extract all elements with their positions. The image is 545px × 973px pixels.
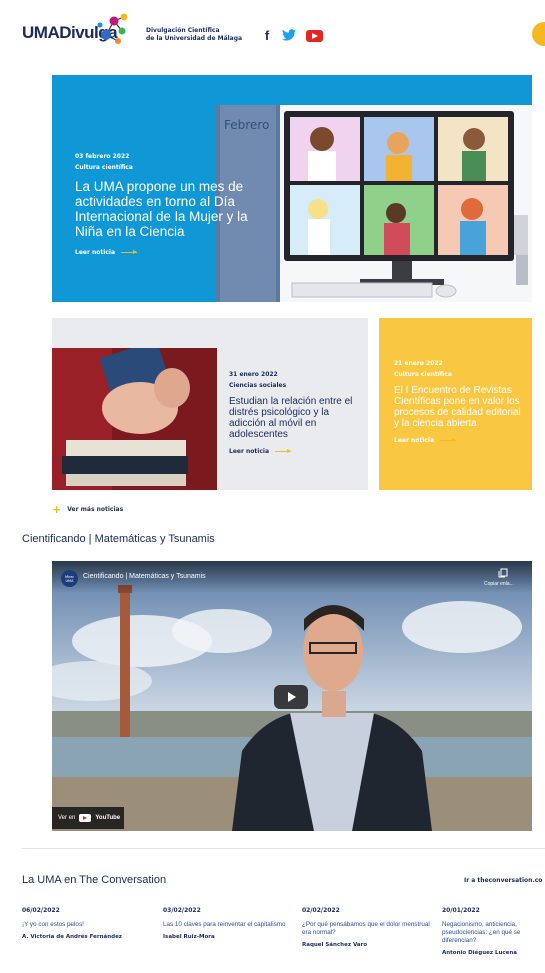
news-card-title[interactable]: Estudian la relación entre el distrés ps… [229, 396, 364, 440]
news-card-image [52, 348, 217, 490]
news-card-date: 21 enero 2022 [394, 360, 443, 367]
conversation-heading: La UMA en The Conversation [22, 874, 167, 886]
article-date: 02/02/2022 [302, 907, 340, 914]
youtube-logo-icon [79, 814, 92, 822]
watch-on-youtube-button[interactable]: Ver en YouTube [52, 807, 124, 829]
news-card-text: 31 enero 2022 Ciencias sociales Estudian… [229, 371, 364, 455]
news-card-title[interactable]: El I Encuentro de Revistas Científicas p… [394, 385, 524, 429]
copy-link-icon[interactable] [498, 568, 508, 578]
article-title[interactable]: Negacionismo, anticiencia, pseudociencia… [442, 921, 545, 945]
news-card-read-more-link[interactable]: Leer noticia [229, 448, 364, 455]
hero-news-card[interactable]: Febrero 03 febrero 2022 Cultura científi… [52, 75, 532, 302]
video-section-heading: Cientificando | Matemáticas y Tsunamis [22, 533, 215, 545]
molecule-logo-icon[interactable] [94, 11, 132, 47]
hero-date: 03 febrero 2022 [75, 153, 130, 160]
conversation-article[interactable]: 06/02/2022 ¡Y yo con estos pelos! A. Vic… [22, 907, 152, 940]
news-card[interactable]: 21 enero 2022 Cultura científica El I En… [379, 318, 532, 490]
copy-link-label[interactable]: Copiar enla... [484, 581, 514, 587]
hero-read-more-link[interactable]: Leer noticia [75, 249, 275, 256]
news-card-category[interactable]: Cultura científica [394, 371, 524, 378]
article-author: Antonio Diéguez Lucena [442, 950, 517, 956]
youtube-video-player[interactable]: Mirar UMA Cientificando | Matemáticas y … [52, 561, 532, 831]
hero-image-caption: Febrero [224, 118, 269, 132]
arrow-right-icon [440, 438, 456, 442]
channel-avatar[interactable]: Mirar UMA [61, 570, 78, 587]
article-title[interactable]: ¡Y yo con estos pelos! [22, 921, 152, 929]
hero-text: 03 febrero 2022 Cultura científica La UM… [75, 153, 275, 256]
hero-category[interactable]: Cultura científica [75, 164, 275, 171]
arrow-right-icon [121, 250, 137, 254]
site-header: UMADivulga Divulgación Científica de la … [0, 0, 545, 62]
article-date: 06/02/2022 [22, 907, 60, 914]
hero-title[interactable]: La UMA propone un mes de actividades en … [75, 179, 275, 239]
conversation-article[interactable]: 02/02/2022 ¿Por qué pensábamos que el do… [302, 907, 432, 948]
news-card-text: 21 enero 2022 Cultura científica El I En… [394, 360, 524, 444]
conversation-site-link[interactable]: Ir a theconversation.co [464, 877, 542, 884]
section-divider [22, 848, 545, 849]
article-author: A. Victoria de Andrés Fernández [22, 934, 123, 940]
arrow-right-icon [275, 449, 291, 453]
article-author: Raquel Sánchez Varo [302, 942, 368, 948]
article-title[interactable]: Las 10 claves para reinventar el capital… [163, 921, 293, 929]
menu-button[interactable] [532, 22, 545, 46]
twitter-icon[interactable] [282, 28, 296, 42]
video-title[interactable]: Cientificando | Matemáticas y Tsunamis [83, 573, 206, 580]
news-card[interactable]: 31 enero 2022 Ciencias sociales Estudian… [52, 318, 368, 490]
news-card-category[interactable]: Ciencias sociales [229, 382, 364, 389]
plus-icon: + [52, 503, 62, 516]
site-tagline: Divulgación Científica de la Universidad… [146, 27, 243, 42]
conversation-article[interactable]: 03/02/2022 Las 10 claves para reinventar… [163, 907, 293, 940]
phone-books-photo [52, 348, 217, 490]
news-card-read-more-link[interactable]: Leer noticia [394, 437, 524, 444]
conversation-article[interactable]: 20/01/2022 Negacionismo, anticiencia, ps… [442, 907, 545, 956]
more-news-link[interactable]: + Ver más noticias [52, 503, 123, 516]
news-card-date: 31 enero 2022 [229, 371, 278, 378]
article-date: 03/02/2022 [163, 907, 201, 914]
youtube-icon[interactable] [306, 30, 323, 42]
article-date: 20/01/2022 [442, 907, 480, 914]
play-button[interactable] [274, 685, 308, 709]
article-author: Isabel Ruiz-Mora [163, 934, 215, 940]
facebook-icon[interactable]: f [262, 28, 272, 43]
article-title[interactable]: ¿Por qué pensábamos que el dolor menstru… [302, 921, 432, 937]
